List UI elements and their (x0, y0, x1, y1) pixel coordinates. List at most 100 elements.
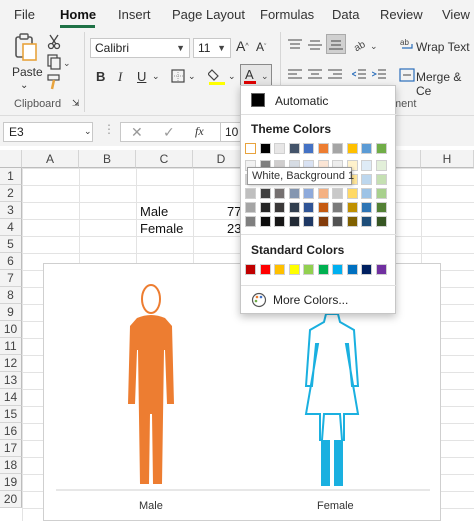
chevron-down-icon[interactable]: ⌄ (188, 71, 196, 82)
middle-align-icon[interactable] (308, 38, 322, 52)
row-header[interactable]: 20 (0, 491, 22, 508)
standard-color-swatch[interactable] (361, 264, 372, 275)
standard-color-swatch[interactable] (332, 264, 343, 275)
row-header[interactable]: 15 (0, 406, 22, 423)
theme-color-swatch[interactable] (361, 143, 372, 154)
wrap-text-icon[interactable]: ab (400, 38, 416, 52)
theme-shade-swatch[interactable] (361, 216, 372, 227)
increase-indent-icon[interactable] (372, 68, 386, 82)
standard-color-swatch[interactable] (346, 264, 358, 275)
row-header[interactable]: 6 (0, 253, 22, 270)
theme-color-swatch[interactable] (303, 143, 314, 154)
theme-shade-swatch[interactable] (259, 188, 271, 199)
column-header[interactable]: A (22, 150, 79, 168)
row-header[interactable]: 18 (0, 457, 22, 474)
row-header[interactable]: 3 (0, 202, 22, 219)
paste-dropdown-icon[interactable]: ⌄ (20, 80, 28, 91)
theme-shade-swatch[interactable] (274, 202, 285, 213)
theme-shade-swatch[interactable] (303, 188, 314, 199)
enter-icon[interactable]: ✓ (163, 124, 175, 141)
decrease-indent-icon[interactable] (352, 68, 366, 82)
theme-shade-swatch[interactable] (332, 216, 343, 227)
male-figure[interactable] (128, 284, 174, 484)
underline-icon[interactable]: U (137, 69, 146, 84)
increase-font-icon[interactable]: A ^ (236, 38, 249, 54)
standard-color-swatch[interactable] (375, 264, 387, 275)
theme-shade-swatch[interactable] (346, 202, 358, 213)
theme-shade-swatch[interactable] (375, 188, 387, 199)
theme-shade-swatch[interactable] (317, 202, 329, 213)
theme-shade-swatch[interactable] (346, 188, 358, 199)
theme-shade-swatch[interactable] (288, 188, 300, 199)
decrease-font-icon[interactable]: Aˇ (256, 40, 266, 54)
top-align-icon[interactable] (288, 38, 302, 52)
row-header[interactable]: 10 (0, 321, 22, 338)
paste-button[interactable]: Paste (12, 65, 43, 79)
theme-shade-swatch[interactable] (361, 174, 372, 185)
theme-shade-swatch[interactable] (274, 188, 285, 199)
theme-shade-swatch[interactable] (259, 216, 271, 227)
copy-icon[interactable]: ⌄ (46, 54, 70, 70)
row-header[interactable]: 5 (0, 236, 22, 253)
clipboard-launcher-icon[interactable]: ⇲ (72, 98, 80, 109)
row-header[interactable]: 1 (0, 168, 22, 185)
standard-color-swatch[interactable] (317, 264, 329, 275)
row-header[interactable]: 19 (0, 474, 22, 491)
tab-view[interactable]: View (442, 7, 470, 22)
merge-center-button[interactable]: Merge & Ce (416, 70, 474, 98)
more-colors-option[interactable]: More Colors... (273, 293, 348, 307)
paste-icon[interactable] (12, 32, 40, 62)
name-box[interactable]: E3 (3, 122, 93, 142)
theme-shade-swatch[interactable] (375, 174, 387, 185)
column-header[interactable]: C (136, 150, 193, 168)
chevron-down-icon[interactable]: ⌄ (228, 71, 236, 82)
theme-shade-swatch[interactable] (245, 202, 256, 213)
female-figure[interactable] (304, 305, 360, 441)
theme-shade-swatch[interactable] (245, 188, 256, 199)
row-header[interactable]: 12 (0, 355, 22, 372)
theme-shade-swatch[interactable] (259, 202, 271, 213)
theme-color-swatch[interactable] (288, 143, 300, 154)
tab-formulas[interactable]: Formulas (260, 7, 314, 22)
theme-color-swatch[interactable] (259, 143, 271, 154)
tab-insert[interactable]: Insert (118, 7, 151, 22)
select-all-corner[interactable] (0, 150, 22, 168)
tab-review[interactable]: Review (380, 7, 423, 22)
theme-shade-swatch[interactable] (288, 216, 300, 227)
theme-color-swatch[interactable] (346, 143, 358, 154)
tab-file[interactable]: File (14, 7, 35, 22)
align-right-icon[interactable] (328, 68, 342, 82)
row-header[interactable]: 4 (0, 219, 22, 236)
align-left-icon[interactable] (288, 68, 302, 82)
tab-home[interactable]: Home (60, 7, 96, 22)
font-name-select[interactable]: Calibri ▼ (90, 38, 190, 58)
standard-color-swatch[interactable] (288, 264, 300, 275)
theme-shade-swatch[interactable] (317, 216, 329, 227)
italic-icon[interactable]: I (118, 69, 122, 85)
column-header[interactable]: H (421, 150, 474, 168)
format-painter-icon[interactable] (46, 74, 62, 90)
theme-shade-swatch[interactable] (303, 216, 314, 227)
bottom-align-icon[interactable] (326, 34, 346, 54)
fill-color-icon[interactable] (208, 66, 226, 86)
theme-shade-swatch[interactable] (346, 216, 358, 227)
theme-shade-swatch[interactable] (274, 216, 285, 227)
theme-shade-swatch[interactable] (361, 202, 372, 213)
row-header[interactable]: 14 (0, 389, 22, 406)
font-size-select[interactable]: 11 ▼ (193, 38, 231, 58)
theme-color-swatch[interactable] (332, 143, 343, 154)
theme-shade-swatch[interactable] (332, 202, 343, 213)
bold-icon[interactable]: B (96, 69, 105, 84)
theme-shade-swatch[interactable] (245, 216, 256, 227)
theme-shade-swatch[interactable] (361, 188, 372, 199)
row-header[interactable]: 16 (0, 423, 22, 440)
column-header[interactable]: B (79, 150, 136, 168)
tab-page-layout[interactable]: Page Layout (172, 7, 245, 22)
theme-color-swatch[interactable] (245, 143, 256, 154)
tab-data[interactable]: Data (332, 7, 359, 22)
row-header[interactable]: 2 (0, 185, 22, 202)
theme-color-swatch[interactable] (274, 143, 285, 154)
theme-shade-swatch[interactable] (303, 202, 314, 213)
theme-shade-swatch[interactable] (288, 202, 300, 213)
wrap-text-button[interactable]: Wrap Text (416, 40, 470, 54)
